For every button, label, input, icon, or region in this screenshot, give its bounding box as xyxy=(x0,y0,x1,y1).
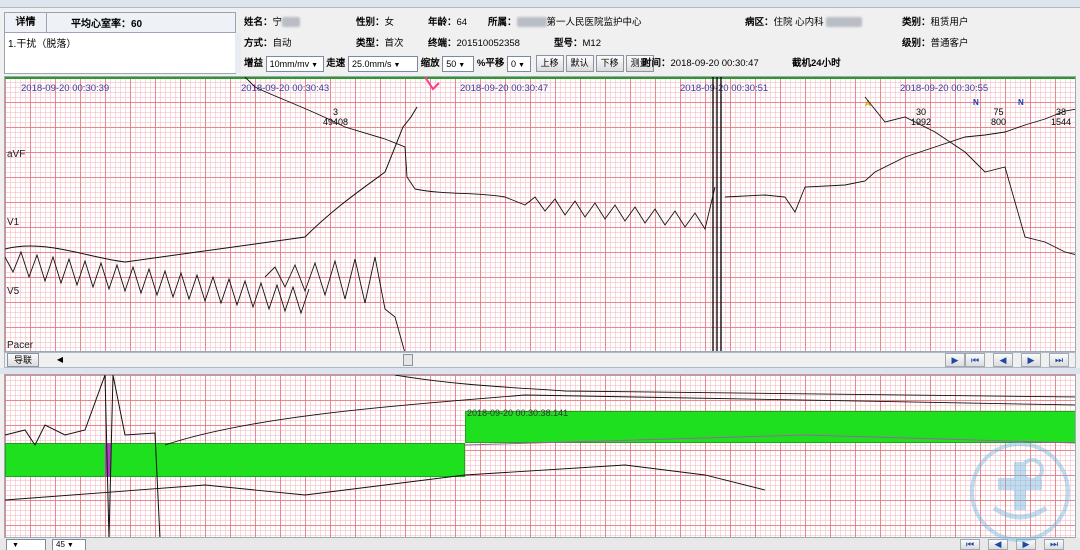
gain-select[interactable]: 10mm/mv ▼ xyxy=(265,55,324,72)
ecg-traces xyxy=(5,77,1075,351)
scroll-thumb[interactable] xyxy=(403,354,413,366)
speed-select[interactable]: 25.0mm/s ▼ xyxy=(347,55,418,72)
age-value: 64 xyxy=(456,17,468,28)
chevron-down-icon: ▼ xyxy=(12,542,19,549)
navigation-bar: 导联 ◀ ▶ ⏮ ◀ ▶ ⏭ xyxy=(4,352,1076,368)
zoom-label: 缩放 xyxy=(420,58,440,70)
chevron-down-icon: ▼ xyxy=(66,542,74,549)
ward-redaction xyxy=(826,17,863,28)
detail-diagnosis-text[interactable]: 1.干扰（脱落） xyxy=(5,33,235,52)
pink-marker xyxy=(424,77,440,91)
time-value: 2018-09-20 00:30:47 xyxy=(670,58,759,69)
bottom-select[interactable]: ▼ xyxy=(6,539,46,550)
detail-tab[interactable]: 详情 xyxy=(5,13,47,32)
overview-trace-left xyxy=(5,375,161,537)
name-redaction xyxy=(282,17,301,28)
ecg-trace-right xyxy=(724,108,1075,213)
overview-traces xyxy=(5,375,1075,537)
gender-label: 性别： xyxy=(356,17,385,28)
method-value: 自动 xyxy=(272,38,292,49)
skip-start-icon[interactable]: ⏮ xyxy=(965,353,985,367)
pan-select[interactable]: 0 ▼ xyxy=(506,55,531,72)
gender-value: 女 xyxy=(384,17,395,28)
info-row-2: 方式：自动 类型：首次 终端：201510052358 型号：M12 级别：普通… xyxy=(244,35,1080,53)
avg-heart-rate-label: 平均心室率：60 xyxy=(71,19,143,30)
chevron-down-icon: ▼ xyxy=(393,61,401,69)
terminal-label: 终端： xyxy=(428,38,457,49)
hospital-value: 第一人民医院监护中心 xyxy=(546,17,642,28)
prev-icon[interactable]: ◀ xyxy=(993,353,1013,367)
name-label: 姓名： xyxy=(244,17,273,28)
name-value: 宁 xyxy=(272,17,283,28)
toolbar-row: 增益 10mm/mv ▼ 走速 25.0mm/s ▼ 缩放 50 ▼ %平移 0 ▼ 上… xyxy=(244,55,1080,73)
lead-button[interactable]: 导联 xyxy=(7,353,40,367)
model-value: M12 xyxy=(582,38,601,49)
model-label: 型号： xyxy=(554,38,583,49)
ecg-artifact-spike xyxy=(712,77,722,351)
hospital-label: 所属： xyxy=(488,17,517,28)
type-label: 类型： xyxy=(356,38,385,49)
detail-header: 详情 平均心室率：60 xyxy=(5,13,235,33)
level-value: 普通客户 xyxy=(930,38,969,49)
detail-scrollbar[interactable] xyxy=(235,33,241,73)
bottom-zoom-select[interactable]: 45 ▼ xyxy=(52,539,86,550)
detail-panel: 详情 平均心室率：60 1.干扰（脱落） xyxy=(4,12,241,74)
speed-label: 走速 xyxy=(326,58,346,70)
overview-trace-top xyxy=(164,394,1075,446)
scroll-left-icon[interactable]: ◀ xyxy=(53,353,67,367)
skip-end-icon[interactable]: ⏭ xyxy=(1049,353,1069,367)
chevron-down-icon: ▼ xyxy=(518,61,525,69)
top-strip xyxy=(0,0,1080,8)
info-row-1: 姓名：宁 性别：女 年龄：64 所属： 第一人民医院监护中心 病区：住院 心内科 … xyxy=(244,14,1080,32)
hospital-logo xyxy=(970,442,1070,542)
main-ecg-viewer[interactable]: 2018-09-20 00:30:39 2018-09-20 00:30:43 … xyxy=(4,76,1076,352)
category-label: 类别： xyxy=(902,17,931,28)
gain-label: 增益 xyxy=(244,58,264,70)
ecg-trace-descending xyxy=(264,256,405,351)
overview-ecg-viewer[interactable]: 2018-09-20 00:30:38.141 xyxy=(4,374,1076,538)
overview-trace-upper xyxy=(394,375,1075,398)
level-label: 级别： xyxy=(902,38,931,49)
holter-label: 截机24小时 xyxy=(792,58,841,69)
ward-label: 病区： xyxy=(745,17,774,28)
next-icon[interactable]: ▶ xyxy=(1021,353,1041,367)
overview-trace-bottom xyxy=(5,464,766,501)
default-button[interactable]: 默认 xyxy=(565,55,594,72)
first-page-icon[interactable]: ▶ xyxy=(945,353,965,367)
category-value: 租赁用户 xyxy=(930,17,969,28)
time-label: 时间： xyxy=(642,58,671,69)
patient-info-panel: 姓名：宁 性别：女 年龄：64 所属： 第一人民医院监护中心 病区：住院 心内科 … xyxy=(244,12,1080,76)
type-value: 首次 xyxy=(384,38,404,49)
move-up-button[interactable]: 上移 xyxy=(535,55,564,72)
ecg-trace-avf-wave xyxy=(244,77,716,231)
ecg-trace-right-low xyxy=(864,96,1075,255)
chevron-down-icon: ▼ xyxy=(458,61,466,69)
ward-value: 住院 心内科 xyxy=(773,17,824,28)
ecg-trace-v5-wave xyxy=(5,250,310,315)
zoom-select[interactable]: 50 ▼ xyxy=(442,55,475,72)
age-label: 年龄： xyxy=(428,17,457,28)
move-down-button[interactable]: 下移 xyxy=(595,55,624,72)
pan-label: %平移 xyxy=(476,58,505,70)
chevron-down-icon: ▼ xyxy=(311,61,319,69)
bottom-bar: ▼ 45 ▼ ⏮ ◀ ▶ ⏭ xyxy=(0,538,1080,550)
terminal-value: 201510052358 xyxy=(456,38,520,49)
method-label: 方式： xyxy=(244,38,273,49)
hospital-redaction xyxy=(516,17,547,28)
